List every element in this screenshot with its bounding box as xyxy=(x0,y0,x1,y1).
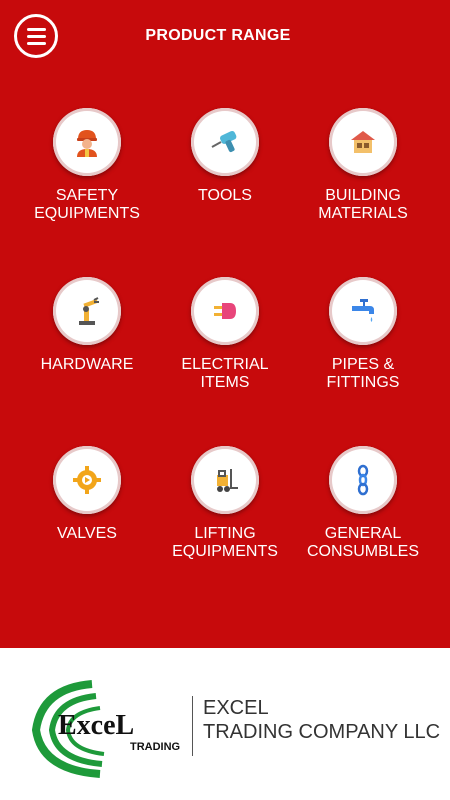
company-name: EXCEL TRADING COMPANY LLC xyxy=(192,696,440,756)
category-building-materials[interactable]: BUILDING MATERIALS xyxy=(294,108,432,277)
category-electrical-items[interactable]: ELECTRIAL ITEMS xyxy=(156,277,294,446)
category-general-consumables[interactable]: GENERAL CONSUMBLES xyxy=(294,446,432,615)
logo-subtext: TRADING xyxy=(130,741,180,753)
gear-valve-icon xyxy=(53,446,121,514)
category-pipes-fittings[interactable]: PIPES & FITTINGS xyxy=(294,277,432,446)
app-screen: PRODUCT RANGE SAFETY EQUIPMENTS TOOLS BU… xyxy=(0,0,450,800)
plug-icon xyxy=(191,277,259,345)
safety-worker-icon xyxy=(53,108,121,176)
logo-word: ExceL xyxy=(58,710,134,741)
robot-arm-icon xyxy=(53,277,121,345)
excel-logo: ExceL TRADING xyxy=(22,678,192,778)
category-label: BUILDING MATERIALS xyxy=(318,187,408,222)
category-lifting-equipments[interactable]: LIFTING EQUIPMENTS xyxy=(156,446,294,615)
faucet-icon xyxy=(329,277,397,345)
category-label: LIFTING EQUIPMENTS xyxy=(172,525,278,560)
category-grid: SAFETY EQUIPMENTS TOOLS BUILDING MATERIA… xyxy=(18,108,432,615)
company-name-line2: TRADING COMPANY LLC xyxy=(203,721,441,743)
category-label: GENERAL CONSUMBLES xyxy=(306,525,420,560)
company-name-line1: EXCEL xyxy=(203,697,269,719)
category-label: ELECTRIAL ITEMS xyxy=(181,356,269,391)
category-label: SAFETY EQUIPMENTS xyxy=(34,187,140,222)
building-icon xyxy=(329,108,397,176)
page-title: PRODUCT RANGE xyxy=(145,27,291,44)
category-hardware[interactable]: HARDWARE xyxy=(18,277,156,446)
category-label: TOOLS xyxy=(198,187,252,204)
footer: ExceL TRADING EXCEL TRADING COMPANY LLC xyxy=(0,648,450,800)
category-safety-equipments[interactable]: SAFETY EQUIPMENTS xyxy=(18,108,156,277)
drill-icon xyxy=(191,108,259,176)
category-tools[interactable]: TOOLS xyxy=(156,108,294,277)
category-valves[interactable]: VALVES xyxy=(18,446,156,615)
category-label: VALVES xyxy=(57,525,117,542)
chain-icon xyxy=(329,446,397,514)
category-label: PIPES & FITTINGS xyxy=(326,356,400,391)
category-label: HARDWARE xyxy=(40,356,134,373)
header: PRODUCT RANGE xyxy=(0,0,450,74)
forklift-icon xyxy=(191,446,259,514)
